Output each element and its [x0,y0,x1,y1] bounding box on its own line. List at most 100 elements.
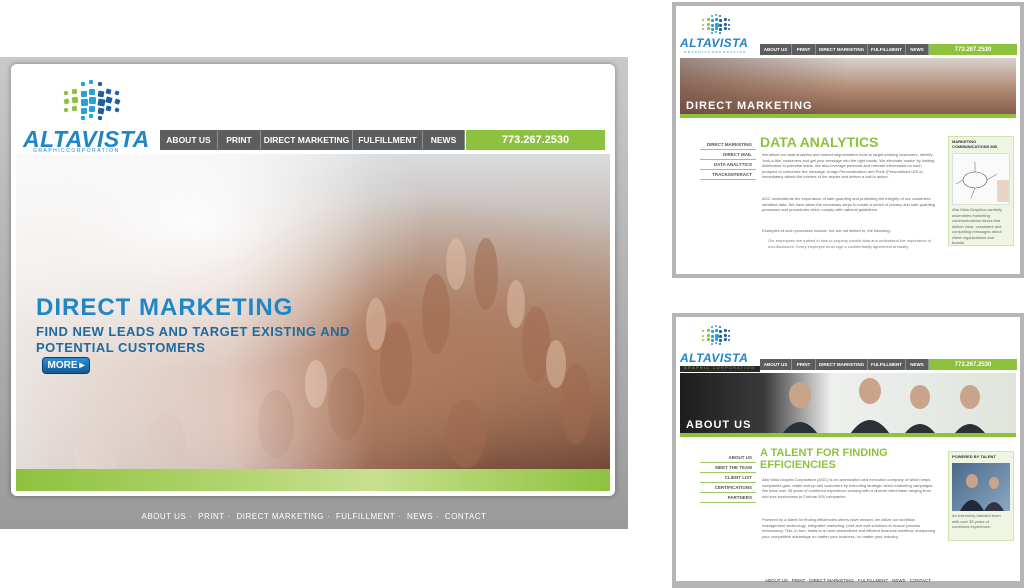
nav-fulfillment[interactable]: FULFILLMENT [353,130,423,150]
footer-link-fulfillment[interactable]: FULFILLMENT [858,578,888,583]
about-aside-text: An extremely talented team with over 35 … [952,513,1001,529]
logo-pixel [714,341,718,345]
hero-fade-overlay [16,154,373,491]
side-item-data-analytics[interactable]: DATA ANALYTICS [700,160,756,170]
footer-link-contact[interactable]: CONTACT [445,512,487,521]
logo-pixel [702,27,705,31]
nav-news[interactable]: NEWS [906,44,929,55]
nav-direct-marketing[interactable]: DIRECT MARKETING [816,359,868,370]
side-item-direct-mail[interactable]: DIRECT MAIL [700,150,756,160]
about-nav: ABOUT US PRINT DIRECT MARKETING FULFILLM… [760,359,929,370]
side-item-meet-the-team[interactable]: MEET THE TEAM [700,463,756,473]
nav-about-us[interactable]: ABOUT US [760,359,792,370]
footer-link-direct-marketing[interactable]: DIRECT MARKETING [237,512,324,521]
logo-pixel [714,18,719,22]
logo-pixel [113,106,120,113]
logo-pixel [710,19,714,23]
nav-news[interactable]: NEWS [423,130,465,150]
logo-pixel [105,96,113,104]
nav-fulfillment[interactable]: FULFILLMENT [868,359,906,370]
dm-banner-label: DIRECT MARKETING [686,100,813,112]
footer-link-fulfillment[interactable]: FULFILLMENT [336,512,395,521]
logo-pixel [719,342,722,346]
nav-direct-marketing[interactable]: DIRECT MARKETING [816,44,868,55]
nav-print[interactable]: PRINT [792,44,816,55]
logo-pixel [727,23,731,27]
logo-pixel [97,90,104,97]
logo-pixel [710,325,713,329]
logo-pixel [723,22,727,26]
logo-globe-icon [698,324,738,347]
logo-globe-icon[interactable] [55,79,135,126]
logo-pixel [727,18,731,22]
dm-paragraph-1: We utilize our data analytics and market… [762,152,935,179]
dm-heading: DATA ANALYTICS [760,134,879,150]
logo-pixel [719,338,723,342]
logo-pixel [714,30,718,34]
side-item-partners[interactable]: PARTNERS [700,493,756,503]
logo-pixel [63,107,69,113]
logo-pixel [710,334,715,338]
side-item-direct-marketing[interactable]: DIRECT MARKETING [700,140,756,150]
logo-pixel [702,19,705,22]
logo-pixel [80,98,88,106]
logo-pixel [706,337,710,341]
logo-pixel [723,26,727,30]
logo-tagline: GRAPHIC CORPORATION [684,366,756,370]
dm-aside-title: MARKETING COMMUNICATIONS MIX [952,139,998,149]
nav-print[interactable]: PRINT [218,130,261,150]
footer-link-contact[interactable]: CONTACT [910,578,931,583]
logo-pixel [710,338,714,342]
phone-number[interactable]: 773.267.2530 [929,359,1017,370]
logo-pixel [710,27,714,31]
logo-pixel [71,96,79,104]
more-button[interactable]: MORE ▸ [42,357,90,374]
about-footer-links: ABOUT US · PRINT · DIRECT MARKETING · FU… [764,578,932,583]
hero-subtitle: FIND NEW LEADS AND TARGET EXISTING AND P… [36,324,350,355]
logo-pixel [88,79,94,85]
nav-fulfillment[interactable]: FULFILLMENT [868,44,906,55]
logo-pixel [723,333,727,337]
dm-side-menu: DIRECT MARKETING DIRECT MAIL DATA ANALYT… [700,140,756,180]
logo-wordmark: ALTAVISTA [680,36,749,50]
logo-pixel [718,334,723,339]
logo-pixel [71,105,78,112]
footer-link-about-us[interactable]: ABOUT US [765,578,788,583]
more-button-label: MORE [47,360,78,371]
logo-pixel [710,14,713,18]
footer-link-print[interactable]: PRINT [198,512,225,521]
nav-direct-marketing[interactable]: DIRECT MARKETING [261,130,353,150]
phone-number[interactable]: 773.267.2530 [466,130,605,150]
side-item-client-list[interactable]: CLIENT LIST [700,473,756,483]
logo-pixel [714,329,719,333]
side-item-about-us[interactable]: ABOUT US [700,453,756,463]
logo-pixel [97,81,102,87]
about-heading: A TALENT FOR FINDING EFFICIENCIES [760,447,888,471]
logo-pixel [719,330,723,334]
footer-link-print[interactable]: PRINT [792,578,805,583]
footer-link-about-us[interactable]: ABOUT US [142,512,187,521]
side-item-track-interact[interactable]: TRACK/INTERACT [700,170,756,180]
marketing-mix-sketch-image [952,153,1010,205]
footer-link-news[interactable]: NEWS [407,512,433,521]
main-footer-links: ABOUT US · PRINT · DIRECT MARKETING · FULFI… [141,512,487,521]
logo-pixel [706,22,710,26]
side-item-certifications[interactable]: CERTIFICATIONS [700,483,756,493]
direct-marketing-page-card: ALTAVISTA GRAPHICCORPORATION ABOUT US PR… [676,6,1020,274]
logo-pixel [706,329,710,333]
nav-print[interactable]: PRINT [792,359,816,370]
footer-link-news[interactable]: NEWS [892,578,906,583]
dm-nav: ABOUT US PRINT DIRECT MARKETING FULFILLM… [760,44,929,55]
logo-pixel [706,26,710,30]
about-aside-box: POWERED BY TALENT An extremely talented … [948,451,1014,541]
logo-pixel [105,104,112,112]
nav-about-us[interactable]: ABOUT US [160,130,218,150]
phone-number[interactable]: 773.267.2530 [929,44,1017,55]
logo-pixel [113,89,120,96]
logo-pixel [96,98,105,107]
nav-news[interactable]: NEWS [906,359,929,370]
footer-link-direct-marketing[interactable]: DIRECT MARKETING [809,578,854,583]
logo-pixel [88,113,94,119]
nav-about-us[interactable]: ABOUT US [760,44,792,55]
logo-pixel [105,87,112,95]
